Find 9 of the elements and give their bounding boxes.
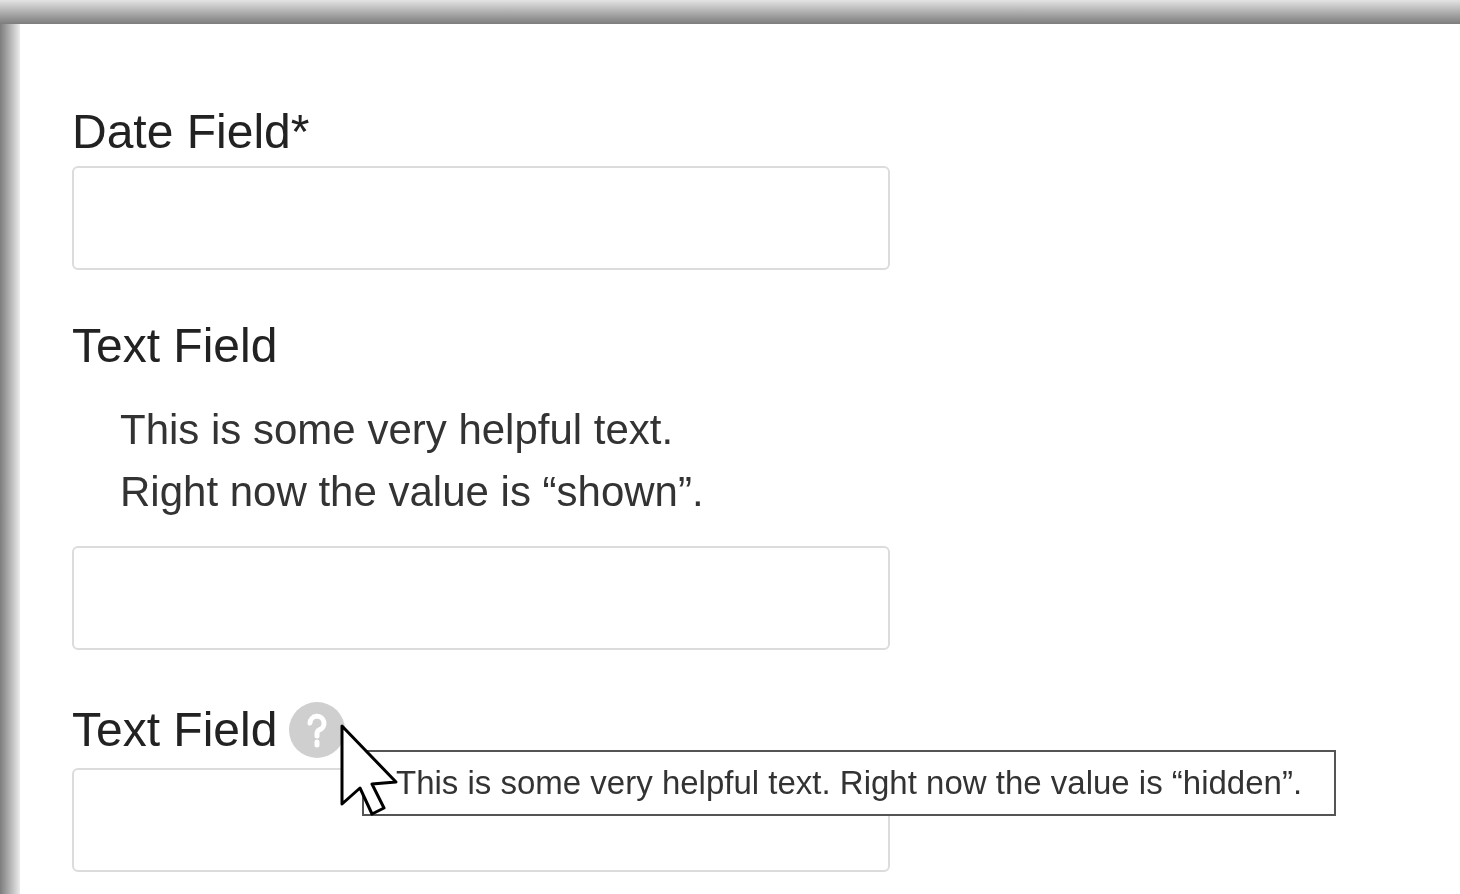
help-icon[interactable]: [289, 702, 346, 758]
field-label: Text Field: [72, 706, 278, 754]
help-text: This is some very helpful text.: [120, 405, 675, 455]
help-text: Right now the value is “shown”.: [120, 467, 705, 517]
text-input[interactable]: [72, 166, 890, 270]
field-label: Text Field: [72, 322, 278, 370]
text-input[interactable]: [72, 546, 890, 650]
cursor-icon: [340, 724, 398, 816]
field-label: Date Field*: [72, 108, 310, 156]
